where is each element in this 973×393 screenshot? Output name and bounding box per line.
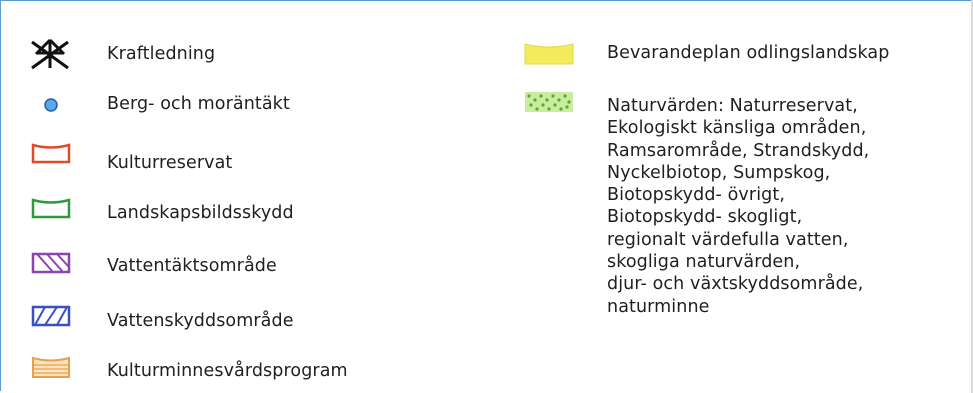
purple-hatch-icon: [31, 252, 71, 274]
legend-label-bevarandeplan: Bevarandeplan odlingslandskap: [607, 43, 890, 63]
legend-label-kraftledning: Kraftledning: [107, 44, 216, 64]
yellow-fill-icon: [524, 43, 574, 65]
legend-label-landskap: Landskapsbildsskydd: [107, 203, 294, 223]
kraftledning-icon: [31, 38, 69, 70]
legend-label-kulturreservat: Kulturreservat: [107, 153, 233, 173]
legend-label-vattenskydd: Vattenskyddsområde: [107, 311, 294, 331]
naturvarden-line: Ramsarområde, Strandskydd,: [607, 140, 870, 161]
naturvarden-line: Biotopskydd- skogligt,: [607, 207, 803, 228]
naturvarden-line: Ekologiskt känsliga områden,: [607, 118, 867, 139]
blue-hatch-icon: [31, 305, 71, 327]
blue-dot-icon: [44, 98, 58, 112]
legend-label-berg: Berg- och moräntäkt: [107, 94, 290, 114]
naturvarden-line: regionalt värdefulla vatten,: [607, 229, 849, 250]
orange-lined-icon: [32, 356, 70, 378]
naturvarden-line: skogliga naturvärden,: [607, 252, 801, 273]
naturvarden-line: naturminne: [607, 296, 710, 317]
green-dotted-icon: [525, 92, 573, 112]
legend-label-kulturminnes: Kulturminnesvårdsprogram: [107, 361, 348, 381]
red-outline-icon: [31, 143, 71, 164]
legend-label-naturvarden: Naturvärden: Naturreservat, Ekologiskt k…: [607, 95, 967, 318]
naturvarden-line: Naturvärden: Naturreservat,: [607, 96, 858, 116]
naturvarden-line: Biotopskydd- övrigt,: [607, 185, 785, 206]
green-outline-icon: [31, 198, 71, 219]
naturvarden-line: Nyckelbiotop, Sumpskog,: [607, 162, 831, 183]
naturvarden-line: djur- och växtskyddsområde,: [607, 274, 864, 295]
legend-label-vattentakt: Vattentäktsområde: [107, 256, 277, 276]
